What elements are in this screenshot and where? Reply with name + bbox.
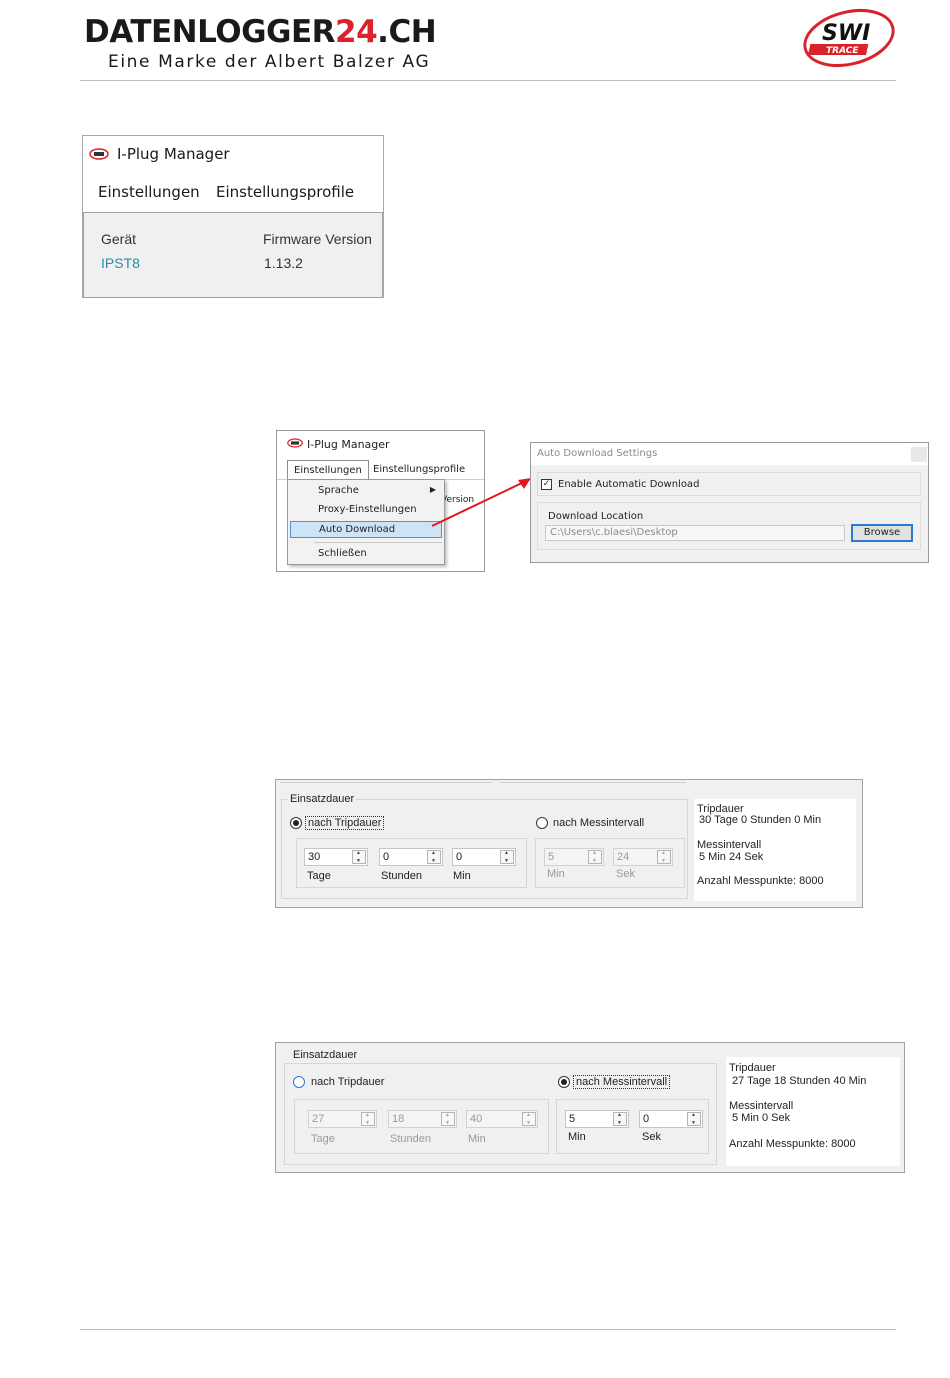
summary-trip-value: 27 Tage 18 Stunden 40 Min [732, 1075, 867, 1087]
radio-messintervall-label[interactable]: nach Messintervall [573, 1075, 671, 1089]
summary-points: Anzahl Messpunkte: 8000 [729, 1138, 856, 1150]
summary-trip-title: Tripdauer [729, 1062, 776, 1074]
radio-messintervall-label[interactable]: nach Messintervall [553, 817, 644, 829]
logo-text-swi: SWI [822, 21, 870, 46]
einsatzdauer-panel-interval: Einsatzdauer nach Tripdauer nach Messint… [275, 1042, 905, 1173]
brand-tagline: Eine Marke der Albert Balzer AG [108, 52, 431, 72]
einstellungen-dropdown: Sprache ▶ Proxy-Einstellungen Auto Downlo… [287, 479, 445, 565]
stepper-arrows-icon [613, 1112, 627, 1126]
clipped-edge [280, 782, 492, 786]
minutes-stepper[interactable]: 40 [466, 1110, 538, 1128]
hours-label: Stunden [390, 1133, 431, 1145]
interval-seconds-label: Sek [642, 1131, 661, 1143]
minutes-stepper[interactable]: 0 [452, 848, 516, 866]
firmware-value: 1.13.2 [264, 255, 303, 271]
iplug-manager-window: I-Plug Manager Einstellungen Einstellung… [82, 135, 384, 298]
group-title: Einsatzdauer [291, 1049, 360, 1061]
menu-item-sprache[interactable]: Sprache ▶ [290, 483, 442, 500]
menu-einstellungen[interactable]: Einstellungen [287, 460, 369, 480]
stepper-arrows-icon [361, 1112, 375, 1126]
days-stepper[interactable]: 30 [304, 848, 368, 866]
stepper-arrows-icon [441, 1112, 455, 1126]
app-logo-icon [89, 148, 109, 160]
location-input[interactable]: C:\Users\c.blaesi\Desktop [545, 525, 845, 541]
swi-trace-logo-icon: SWI TRACE [803, 9, 895, 67]
auto-download-settings-dialog: Auto Download Settings ✓ Enable Automati… [530, 442, 929, 563]
interval-seconds-stepper[interactable]: 24 [613, 848, 673, 866]
dialog-title: Auto Download Settings [537, 448, 658, 459]
summary-trip-value: 30 Tage 0 Stunden 0 Min [699, 814, 822, 826]
interval-minutes-stepper[interactable]: 5 [565, 1110, 629, 1128]
interval-minutes-label: Min [568, 1131, 586, 1143]
menu-separator [314, 542, 442, 543]
header-divider [80, 80, 896, 81]
minutes-label: Min [453, 870, 471, 882]
interval-seconds-label: Sek [616, 868, 635, 880]
hours-label: Stunden [381, 870, 422, 882]
menu-item-auto-download[interactable]: Auto Download [290, 521, 442, 538]
radio-messintervall[interactable] [558, 1076, 570, 1088]
radio-tripdauer[interactable] [293, 1076, 305, 1088]
stepper-arrows-icon [427, 850, 441, 864]
firmware-label: Firmware Version [263, 231, 372, 247]
summary-interval-value: 5 Min 24 Sek [699, 851, 764, 863]
minutes-label: Min [468, 1133, 486, 1145]
summary-interval-value: 5 Min 0 Sek [732, 1112, 791, 1124]
stepper-arrows-icon [657, 850, 671, 864]
hours-stepper[interactable]: 18 [388, 1110, 457, 1128]
stepper-arrows-icon [352, 850, 366, 864]
footer-divider [80, 1329, 896, 1330]
radio-tripdauer-label[interactable]: nach Tripdauer [311, 1076, 384, 1088]
summary-interval-title: Messintervall [729, 1100, 794, 1112]
enable-label: Enable Automatic Download [558, 479, 700, 490]
stepper-arrows-icon [522, 1112, 536, 1126]
red-arrow-icon [431, 478, 531, 527]
radio-messintervall[interactable] [536, 817, 548, 829]
app-logo-icon [287, 438, 303, 448]
enable-group: ✓ Enable Automatic Download [537, 472, 921, 496]
brand-wordmark: DATENLOGGER24.CH [84, 14, 437, 50]
stepper-arrows-icon [588, 850, 602, 864]
interval-minutes-stepper[interactable]: 5 [544, 848, 604, 866]
group-title: Einsatzdauer [288, 793, 357, 805]
menu-item-proxy-einstellungen[interactable]: Proxy-Einstellungen [290, 502, 442, 519]
days-label: Tage [311, 1133, 335, 1145]
location-label: Download Location [548, 511, 644, 522]
close-icon[interactable] [911, 447, 927, 462]
summary-box: Tripdauer 27 Tage 18 Stunden 40 Min Mess… [726, 1057, 900, 1166]
browse-button[interactable]: Browse [851, 524, 913, 542]
device-value[interactable]: IPST8 [101, 255, 140, 271]
days-label: Tage [307, 870, 331, 882]
einsatzdauer-panel-trip: Einsatzdauer nach Tripdauer nach Messint… [275, 779, 863, 908]
interval-seconds-stepper[interactable]: 0 [639, 1110, 703, 1128]
summary-interval-title: Messintervall [697, 839, 762, 851]
device-panel: Gerät Firmware Version IPST8 1.13.2 [83, 212, 383, 298]
stepper-arrows-icon [687, 1112, 701, 1126]
brand-accent: 24 [335, 14, 378, 50]
menu-einstellungsprofile[interactable]: Einstellungsprofile [216, 183, 354, 201]
window-title: I-Plug Manager [307, 438, 390, 451]
logo-text-trace: TRACE [826, 46, 859, 56]
menu-item-schliessen[interactable]: Schließen [290, 546, 442, 563]
stepper-arrows-icon [500, 850, 514, 864]
summary-points: Anzahl Messpunkte: 8000 [697, 875, 824, 887]
days-stepper[interactable]: 27 [308, 1110, 377, 1128]
summary-box: Tripdauer 30 Tage 0 Stunden 0 Min Messin… [694, 799, 856, 901]
device-label: Gerät [101, 231, 137, 247]
hours-stepper[interactable]: 0 [379, 848, 443, 866]
radio-tripdauer[interactable] [290, 817, 302, 829]
interval-minutes-label: Min [547, 868, 565, 880]
radio-tripdauer-label[interactable]: nach Tripdauer [305, 816, 385, 830]
enable-checkbox[interactable]: ✓ [541, 479, 552, 490]
menu-einstellungen[interactable]: Einstellungen [98, 183, 200, 201]
window-title: I-Plug Manager [117, 145, 230, 163]
clipped-edge [500, 782, 686, 786]
